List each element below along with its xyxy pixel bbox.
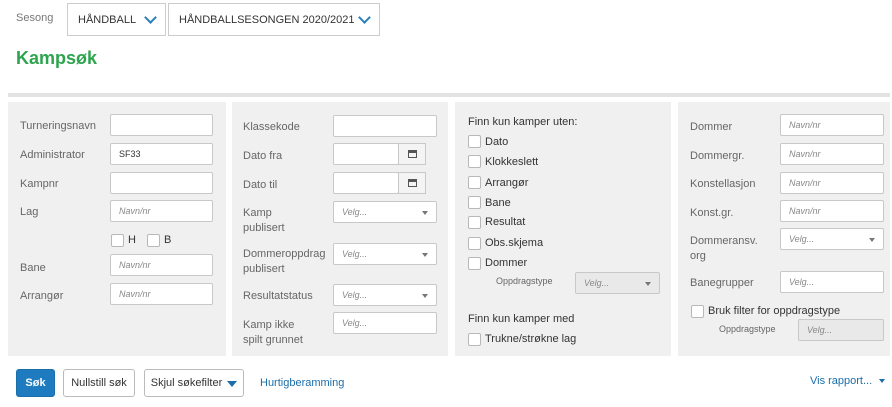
b-checkbox-label: B — [164, 234, 172, 246]
kamp-ikke-spilt-label-line2: spilt grunnet — [243, 334, 303, 346]
hide-filter-button[interactable]: Skjul søkefilter — [144, 369, 244, 397]
resultatstatus-label: Resultatstatus — [243, 290, 313, 302]
dato-fra-calendar-button[interactable] — [398, 143, 426, 165]
h-checkbox-label: H — [128, 234, 136, 246]
dato-til-calendar-button[interactable] — [398, 172, 426, 194]
filter-panel-1 — [8, 102, 226, 356]
hurtigberamming-link[interactable]: Hurtigberamming — [260, 377, 344, 389]
arrangor-option-label: Arrangør — [485, 177, 529, 189]
bane-checkbox[interactable] — [468, 196, 481, 209]
resultatstatus-select[interactable]: Velg... — [333, 284, 437, 306]
dato-option-label: Dato — [485, 136, 509, 148]
bane-label: Bane — [20, 262, 46, 274]
dommergr-label: Dommergr. — [690, 150, 745, 162]
dommeransv-label-line2: org — [690, 250, 706, 262]
dommer-option-label: Dommer — [485, 257, 528, 269]
dato-fra-label: Dato fra — [243, 150, 283, 162]
dommeroppdrag-label-line2: publisert — [243, 263, 285, 275]
divider — [8, 93, 890, 97]
kamp-ikke-spilt-label: Kamp ikke spilt grunnet — [243, 318, 303, 348]
konstgr-input[interactable]: Navn/nr — [780, 200, 884, 222]
season-select-value: HÅNDBALLSESONGEN 2020/2021 — [179, 13, 355, 26]
dato-til-input[interactable] — [333, 172, 399, 194]
calendar-icon — [407, 150, 417, 158]
trukne-lag-option-label: Trukne/strøkne lag — [485, 333, 577, 345]
kamp-publisert-select[interactable]: Velg... — [333, 201, 437, 223]
search-button[interactable]: Søk — [16, 369, 55, 397]
dommer-label: Dommer — [690, 121, 733, 133]
resultat-option-label: Resultat — [485, 216, 526, 228]
kamp-publisert-label-line1: Kamp — [243, 207, 272, 219]
calendar-icon — [407, 179, 417, 187]
bruk-filter-label: Bruk filter for oppdragstype — [708, 305, 841, 317]
turneringsnavn-input[interactable] — [110, 114, 213, 136]
dommer-checkbox[interactable] — [468, 257, 481, 270]
season-label: Sesong — [16, 12, 54, 24]
b-checkbox[interactable] — [147, 234, 160, 247]
administrator-label: Administrator — [20, 149, 85, 161]
h-checkbox[interactable] — [111, 234, 124, 247]
kamp-ikke-spilt-label-line1: Kamp ikke — [243, 319, 295, 331]
konstellasjon-label: Konstellasjon — [690, 178, 756, 190]
oppdragstype-select-2[interactable]: Velg... — [798, 319, 884, 341]
chevron-down-icon — [358, 10, 371, 24]
dato-checkbox[interactable] — [468, 135, 481, 148]
bane-option-label: Bane — [485, 197, 511, 209]
administrator-input[interactable]: SF33 — [110, 143, 213, 165]
turneringsnavn-label: Turneringsnavn — [20, 120, 97, 132]
sport-select[interactable]: HÅNDBALL — [67, 3, 166, 36]
lag-label: Lag — [20, 206, 39, 218]
banegrupper-input[interactable]: Velg... — [780, 271, 884, 293]
bane-input[interactable]: Navn/nr — [110, 254, 213, 276]
kamp-ikke-spilt-input[interactable]: Velg... — [333, 312, 437, 334]
konstgr-label: Konst.gr. — [690, 207, 734, 219]
arrangor-input[interactable]: Navn/nr — [110, 283, 213, 305]
banegrupper-label: Banegrupper — [690, 277, 754, 289]
chevron-down-icon — [144, 10, 157, 24]
dato-til-label: Dato til — [243, 179, 278, 191]
kamp-publisert-label: Kamp publisert — [243, 206, 285, 236]
dato-fra-input[interactable] — [333, 143, 399, 165]
konstellasjon-input[interactable]: Navn/nr — [780, 172, 884, 194]
kampnr-label: Kampnr — [20, 178, 59, 190]
lag-input[interactable]: Navn/nr — [110, 200, 213, 222]
klokkeslett-checkbox[interactable] — [468, 155, 481, 168]
caret-down-icon — [879, 379, 886, 383]
kamp-publisert-label-line2: publisert — [243, 222, 285, 234]
bruk-filter-checkbox[interactable] — [691, 305, 704, 318]
sport-select-value: HÅNDBALL — [78, 13, 137, 26]
dommeransv-org-label: Dommeransv. org — [690, 234, 758, 264]
vis-rapport-link[interactable]: Vis rapport... — [810, 375, 886, 387]
resultat-checkbox[interactable] — [468, 216, 481, 229]
finn-med-heading: Finn kun kamper med — [468, 313, 575, 325]
klokkeslett-option-label: Klokkeslett — [485, 156, 539, 168]
dommeroppdrag-label-line1: Dommeroppdrag — [243, 248, 326, 260]
oppdragstype-select[interactable]: Velg... — [575, 272, 660, 294]
arrangor-checkbox[interactable] — [468, 176, 481, 189]
trukne-lag-checkbox[interactable] — [468, 333, 481, 346]
dommeroppdrag-publisert-label: Dommeroppdrag publisert — [243, 247, 326, 277]
kampnr-input[interactable] — [110, 172, 213, 194]
obs-skjema-option-label: Obs.skjema — [485, 237, 544, 249]
dommeransv-org-select[interactable]: Velg... — [780, 228, 884, 250]
filter-icon — [227, 381, 238, 387]
arrangor-label: Arrangør — [20, 290, 64, 302]
oppdragstype-label-2: Oppdragstype — [719, 324, 776, 334]
obs-skjema-checkbox[interactable] — [468, 237, 481, 250]
reset-search-button[interactable]: Nullstill søk — [63, 369, 135, 397]
hide-filter-label: Skjul søkefilter — [150, 377, 223, 389]
klassekode-label: Klassekode — [243, 121, 300, 133]
vis-rapport-label: Vis rapport... — [810, 375, 873, 387]
dommer-input[interactable]: Navn/nr — [780, 114, 884, 136]
klassekode-input[interactable] — [333, 115, 437, 137]
dommeransv-label-line1: Dommeransv. — [690, 235, 758, 247]
season-select[interactable]: HÅNDBALLSESONGEN 2020/2021 — [168, 3, 380, 36]
oppdragstype-label: Oppdragstype — [496, 276, 553, 286]
dommeroppdrag-publisert-select[interactable]: Velg... — [333, 243, 437, 265]
dommergr-input[interactable]: Navn/nr — [780, 143, 884, 165]
finn-uten-heading: Finn kun kamper uten: — [468, 116, 578, 128]
page-title: Kampsøk — [16, 48, 98, 68]
